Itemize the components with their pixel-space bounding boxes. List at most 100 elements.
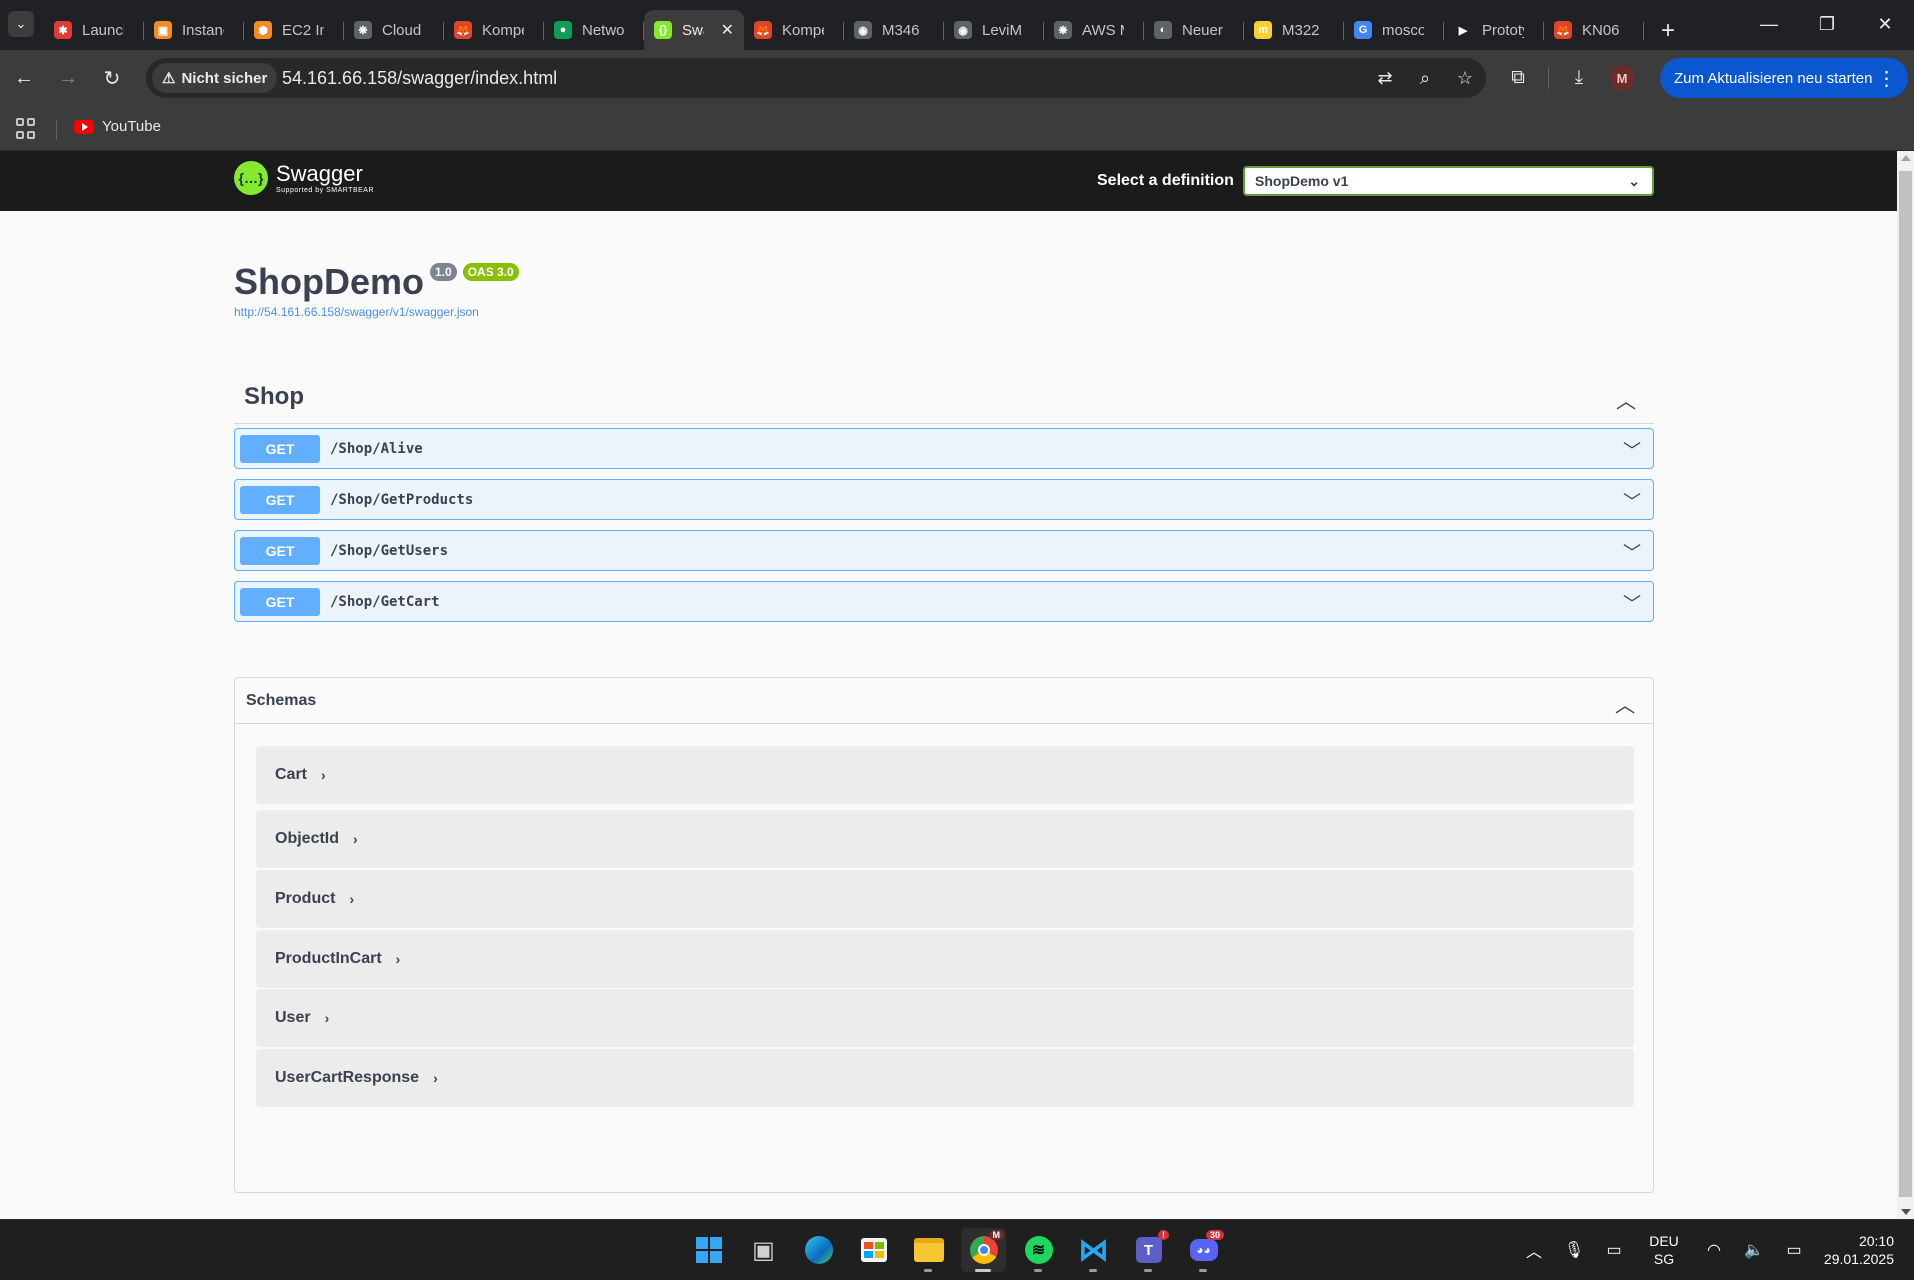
taskbar-explorer[interactable] [906, 1228, 951, 1272]
bookmark-star-icon[interactable]: ☆ [1452, 65, 1478, 91]
tab-title: M346 [882, 21, 920, 39]
reload-button[interactable]: ↻ [94, 60, 130, 96]
update-button[interactable]: Zum Aktualisieren neu starten ⋮ [1660, 58, 1909, 98]
spec-link[interactable]: http://54.161.66.158/swagger/v1/swagger.… [234, 305, 479, 319]
chevron-right-icon: › [353, 831, 358, 847]
api-info: ShopDemo 1.0 OAS 3.0 http://54.161.66.15… [234, 261, 519, 319]
schemas-header[interactable]: Schemas ︿ [235, 678, 1653, 724]
browser-tab[interactable]: ▶ Prototype [1444, 10, 1544, 50]
wifi-icon[interactable]: ◠ [1694, 1240, 1734, 1260]
schema-item[interactable]: UserCartResponse › [256, 1049, 1634, 1107]
operation-row[interactable]: GET/Shop/GetUsers ﹀ [234, 530, 1654, 571]
schema-name: UserCartResponse [275, 1069, 420, 1086]
tab-title: Kompetenz [782, 21, 824, 39]
schema-item[interactable]: User › [256, 989, 1634, 1047]
address-bar[interactable]: ⚠ Nicht sicher 54.161.66.158/swagger/ind… [146, 58, 1486, 98]
definition-select[interactable]: ShopDemo v1 ⌄ [1243, 166, 1654, 196]
chevron-down-icon[interactable]: ﹀ [1623, 539, 1641, 565]
chevron-up-icon[interactable]: ︿ [1616, 385, 1636, 414]
discord-icon: ◕◕ [1189, 1239, 1218, 1261]
start-button[interactable] [686, 1228, 731, 1272]
browser-tab[interactable]: 🦊 Kompetenz [744, 10, 844, 50]
tab-search-button[interactable]: ⌄ [8, 11, 34, 37]
browser-tab[interactable]: {} Swagger ✕ [644, 10, 744, 50]
taskbar-discord[interactable]: ◕◕ 30 [1181, 1228, 1226, 1272]
schema-item[interactable]: Cart › [256, 746, 1634, 804]
zoom-icon[interactable]: ⌕ [1412, 65, 1438, 91]
page-viewport: {…} Swagger Supported by SMARTBEAR Selec… [0, 151, 1897, 1219]
operation-row[interactable]: GET/Shop/Alive ﹀ [234, 428, 1654, 469]
schema-item[interactable]: ObjectId › [256, 810, 1634, 868]
taskbar-edge[interactable] [796, 1228, 841, 1272]
operation-row[interactable]: GET/Shop/GetProducts ﹀ [234, 479, 1654, 520]
scrollbar-thumb[interactable] [1899, 171, 1912, 1197]
browser-tab[interactable]: ⬢ EC2 Instance [244, 10, 344, 50]
minimize-button[interactable]: — [1740, 0, 1798, 48]
chevron-up-icon[interactable]: ︿ [1514, 1238, 1554, 1262]
schema-item[interactable]: Product › [256, 870, 1634, 928]
browser-tab[interactable]: 🦊 Kompetenz [444, 10, 544, 50]
scroll-down-icon[interactable] [1901, 1209, 1911, 1215]
youtube-icon [74, 119, 94, 134]
bookmarks-bar: YouTube [0, 108, 1914, 151]
taskbar-chrome[interactable]: M [961, 1228, 1006, 1272]
taskbar-teams[interactable]: T ! [1126, 1228, 1171, 1272]
avatar[interactable]: M [1609, 65, 1635, 91]
taskbar-store[interactable] [851, 1228, 896, 1272]
microphone-icon[interactable]: 🎙 [1554, 1240, 1594, 1260]
browser-tab[interactable]: ✱ Launch [44, 10, 144, 50]
chevron-down-icon[interactable]: ﹀ [1623, 488, 1641, 514]
keyboard-icon[interactable]: ▭ [1594, 1240, 1634, 1260]
language-label: DEU [1649, 1233, 1679, 1249]
browser-tab[interactable]: Gmoscow [1344, 10, 1444, 50]
browser-tab[interactable]: ❋ Cloud [344, 10, 444, 50]
battery-icon[interactable]: ▭ [1774, 1240, 1814, 1260]
language-indicator[interactable]: DEU SG [1634, 1232, 1694, 1268]
operation-row[interactable]: GET/Shop/GetCart ﹀ [234, 581, 1654, 622]
translate-icon[interactable]: ⇄ [1372, 65, 1398, 91]
chevron-down-icon[interactable]: ﹀ [1623, 590, 1641, 616]
tab-favicon-icon: ● [554, 21, 572, 39]
tab-favicon-icon: ⬢ [254, 21, 272, 39]
browser-tab[interactable]: 🦊 KN06 [1544, 10, 1644, 50]
url-text[interactable]: 54.161.66.158/swagger/index.html [282, 68, 557, 89]
browser-tab[interactable]: m M322 [1244, 10, 1344, 50]
task-view-button[interactable]: ▣ [741, 1228, 786, 1272]
browser-tab[interactable]: ● Network [544, 10, 644, 50]
new-tab-button[interactable]: + [1650, 13, 1686, 49]
tab-favicon-icon: 🦊 [1554, 21, 1572, 39]
tab-title: EC2 Instance [282, 21, 324, 39]
tag-header[interactable]: Shop ︿ [234, 371, 1654, 424]
chevron-up-icon[interactable]: ︿ [1615, 689, 1635, 718]
chevron-down-icon: ⌄ [1628, 173, 1640, 189]
page-scrollbar[interactable] [1897, 151, 1914, 1219]
back-button[interactable]: ← [6, 60, 42, 96]
schema-item[interactable]: ProductInCart › [256, 930, 1634, 988]
chevron-down-icon[interactable]: ﹀ [1623, 437, 1641, 463]
forward-button[interactable]: → [50, 60, 86, 96]
swagger-logo[interactable]: {…} Swagger Supported by SMARTBEAR [234, 161, 374, 195]
apps-grid-icon[interactable] [16, 118, 38, 140]
tab-list: ✱ Launch ▣ Instances ⬢ EC2 Instance ❋ Cloud 🦊 Kom… [44, 5, 1686, 50]
taskbar-spotify[interactable]: ≋ [1016, 1228, 1061, 1272]
browser-tab[interactable]: ❋ AWS Management [1044, 10, 1144, 50]
restore-button[interactable]: ❐ [1798, 0, 1856, 48]
browser-tab[interactable]: ◉ LeviM [944, 10, 1044, 50]
browser-tab[interactable]: ▣ Instances [144, 10, 244, 50]
close-tab-icon[interactable]: ✕ [721, 20, 734, 40]
download-icon[interactable]: ⤓ [1561, 60, 1597, 96]
security-chip[interactable]: ⚠ Nicht sicher [152, 63, 278, 93]
browser-tab[interactable]: ◐ Neuer Tab [1144, 10, 1244, 50]
chrome-profile-badge: M [988, 1230, 1004, 1240]
browser-tab[interactable]: ◉ M346 [844, 10, 944, 50]
chevron-right-icon: › [433, 1070, 438, 1086]
clock[interactable]: 20:10 29.01.2025 [1814, 1232, 1914, 1268]
close-window-button[interactable]: ✕ [1856, 0, 1914, 48]
bookmark-youtube[interactable]: YouTube [74, 118, 161, 135]
schema-name: ObjectId [275, 830, 340, 847]
taskbar-vscode[interactable]: ⋈ [1071, 1228, 1116, 1272]
tab-title: M322 [1282, 21, 1320, 39]
volume-icon[interactable]: 🔈 [1734, 1240, 1774, 1260]
extensions-icon[interactable]: ⧉ [1500, 60, 1536, 96]
scroll-up-icon[interactable] [1901, 155, 1911, 161]
